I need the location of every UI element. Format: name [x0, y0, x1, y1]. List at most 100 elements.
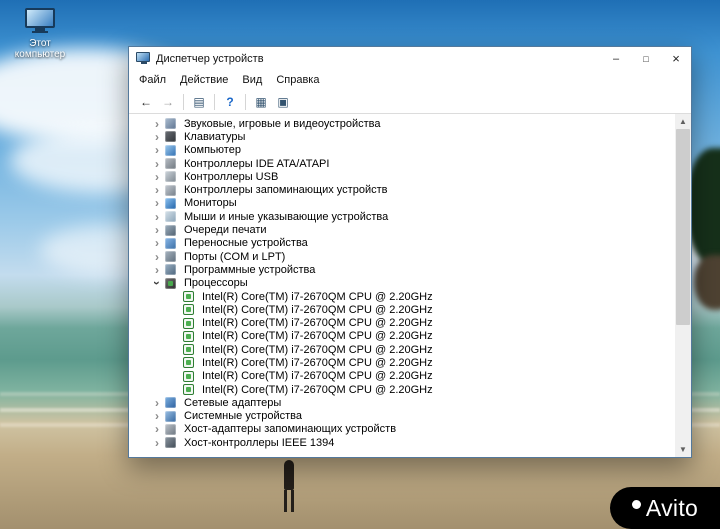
tree-item[interactable]: › Хост-адаптеры запоминающих устройств	[129, 423, 675, 436]
cpu-child-icon	[183, 370, 194, 382]
printer-icon	[165, 224, 176, 236]
toolbar-separator	[245, 93, 246, 110]
tree-item-label: Контроллеры запоминающих устройств	[184, 184, 388, 197]
tree-item[interactable]: Intel(R) Core(TM) i7-2670QM CPU @ 2.20GH…	[129, 356, 675, 369]
software-icon	[165, 264, 176, 276]
vertical-scrollbar[interactable]: ▲ ▼	[675, 114, 691, 457]
usb-icon	[165, 171, 176, 183]
tree-item[interactable]: Intel(R) Core(TM) i7-2670QM CPU @ 2.20GH…	[129, 383, 675, 396]
person-silhouette	[282, 460, 296, 512]
tree-item[interactable]: › Хост-контроллеры IEEE 1394	[129, 436, 675, 449]
tree-item[interactable]: Intel(R) Core(TM) i7-2670QM CPU @ 2.20GH…	[129, 290, 675, 303]
cpu-child-icon	[183, 291, 194, 302]
scan-hardware-button[interactable]: ▣	[273, 92, 293, 112]
chevron-collapsed-icon[interactable]: ›	[151, 397, 163, 409]
chevron-collapsed-icon[interactable]: ›	[151, 211, 163, 223]
chevron-collapsed-icon[interactable]: ›	[151, 224, 163, 236]
host-adapter-icon	[165, 423, 176, 435]
tree-item[interactable]: › Клавиатуры	[129, 130, 675, 143]
chevron-collapsed-icon[interactable]: ›	[151, 423, 163, 435]
menu-file[interactable]: Файл	[132, 72, 173, 88]
chevron-collapsed-icon[interactable]: ›	[151, 118, 163, 130]
tree-item[interactable]: › Программные устройства	[129, 263, 675, 276]
chevron-expanded-icon[interactable]: ›	[150, 277, 164, 289]
tree-item-label: Компьютер	[184, 144, 241, 157]
tree-item-label: Очереди печати	[184, 224, 267, 237]
tree-item[interactable]: › Сетевые адаптеры	[129, 396, 675, 409]
tree-item[interactable]: Intel(R) Core(TM) i7-2670QM CPU @ 2.20GH…	[129, 303, 675, 316]
tree-item-label: Сетевые адаптеры	[184, 396, 282, 409]
device-tree: › Звуковые, игровые и видеоустройства › Кла…	[129, 114, 675, 457]
tree-item[interactable]: › Мыши и иные указывающие устройства	[129, 210, 675, 223]
forward-button[interactable]: →	[158, 92, 178, 112]
tree-item-label: Звуковые, игровые и видеоустройства	[184, 117, 381, 130]
menu-view[interactable]: Вид	[235, 72, 269, 88]
chevron-collapsed-icon[interactable]: ›	[151, 184, 163, 196]
chevron-collapsed-icon[interactable]: ›	[151, 251, 163, 263]
tree-item[interactable]: › Компьютер	[129, 144, 675, 157]
chevron-collapsed-icon[interactable]: ›	[151, 264, 163, 276]
tree-item-label: Клавиатуры	[184, 130, 246, 143]
chevron-collapsed-icon[interactable]: ›	[151, 131, 163, 143]
chevron-collapsed-icon[interactable]: ›	[151, 197, 163, 209]
tree-item[interactable]: › Мониторы	[129, 197, 675, 210]
toolbar: ← → ▤? ▦ ▣	[129, 90, 691, 114]
tree-item-label: Контроллеры IDE ATA/ATAPI	[184, 157, 330, 170]
tree-item[interactable]: › Системные устройства	[129, 410, 675, 423]
scrollbar-thumb[interactable]	[676, 129, 690, 325]
tree-item-label: Intel(R) Core(TM) i7-2670QM CPU @ 2.20GH…	[202, 303, 433, 316]
window-title: Диспетчер устройств	[156, 52, 264, 65]
chevron-collapsed-icon[interactable]: ›	[151, 237, 163, 249]
audio-icon	[165, 118, 176, 130]
tree-item[interactable]: › Звуковые, игровые и видеоустройства	[129, 117, 675, 130]
watermark-label: Avito	[645, 494, 699, 521]
tree-item[interactable]: Intel(R) Core(TM) i7-2670QM CPU @ 2.20GH…	[129, 330, 675, 343]
window-controls: – □ ×	[601, 47, 691, 70]
minimize-button[interactable]: –	[601, 47, 631, 70]
computer-icon	[165, 144, 176, 156]
scroll-down-icon[interactable]: ▼	[675, 442, 691, 457]
tree-item[interactable]: Intel(R) Core(TM) i7-2670QM CPU @ 2.20GH…	[129, 343, 675, 356]
menu-help[interactable]: Справка	[269, 72, 326, 88]
tree-item[interactable]: › Переносные устройства	[129, 237, 675, 250]
chevron-collapsed-icon[interactable]: ›	[151, 171, 163, 183]
chevron-collapsed-icon[interactable]: ›	[151, 158, 163, 170]
tree-item[interactable]: › Контроллеры запоминающих устройств	[129, 183, 675, 196]
cpu-child-icon	[183, 344, 194, 356]
maximize-button[interactable]: □	[631, 47, 661, 70]
tree-item[interactable]: › Порты (COM и LPT)	[129, 250, 675, 263]
cpu-child-icon	[183, 357, 194, 369]
tree-item-label: Мониторы	[184, 197, 237, 210]
close-button[interactable]: ×	[661, 47, 691, 70]
cpu-child-icon	[183, 384, 194, 396]
menu-action[interactable]: Действие	[173, 72, 235, 88]
desktop-icon-this-pc[interactable]: Этот компьютер	[6, 8, 74, 60]
help-button[interactable]: ?	[220, 92, 240, 112]
network-icon	[165, 397, 176, 409]
tree-item[interactable]: Intel(R) Core(TM) i7-2670QM CPU @ 2.20GH…	[129, 316, 675, 329]
tree-item[interactable]: › Очереди печати	[129, 223, 675, 236]
title-bar[interactable]: Диспетчер устройств – □ ×	[129, 47, 691, 70]
tree-item-label: Intel(R) Core(TM) i7-2670QM CPU @ 2.20GH…	[202, 356, 433, 369]
avito-logo-icon	[631, 499, 641, 509]
device-manager-window: Диспетчер устройств – □ × Файл Действие …	[128, 46, 692, 458]
chevron-collapsed-icon[interactable]: ›	[151, 410, 163, 422]
back-button[interactable]: ←	[136, 92, 156, 112]
ide-icon	[165, 158, 176, 170]
tree-item[interactable]: Intel(R) Core(TM) i7-2670QM CPU @ 2.20GH…	[129, 370, 675, 383]
tree-item-label: Хост-адаптеры запоминающих устройств	[184, 423, 397, 436]
device-manager-icon	[136, 52, 151, 65]
cpu-child-icon	[183, 330, 194, 342]
tree-item[interactable]: › Контроллеры IDE ATA/ATAPI	[129, 157, 675, 170]
chevron-collapsed-icon[interactable]: ›	[151, 144, 163, 156]
mouse-icon	[165, 211, 176, 223]
scroll-up-icon[interactable]: ▲	[675, 114, 691, 129]
properties-button[interactable]: ▦	[251, 92, 271, 112]
show-console-tree-button[interactable]: ▤	[189, 92, 209, 112]
chevron-collapsed-icon[interactable]: ›	[151, 437, 163, 449]
ports-icon	[165, 251, 176, 263]
tree-item[interactable]: › Контроллеры USB	[129, 170, 675, 183]
tree-item[interactable]: › Процессоры	[129, 277, 675, 290]
monitor-icon	[165, 197, 176, 209]
tree-item-label: Хост-контроллеры IEEE 1394	[184, 436, 335, 449]
